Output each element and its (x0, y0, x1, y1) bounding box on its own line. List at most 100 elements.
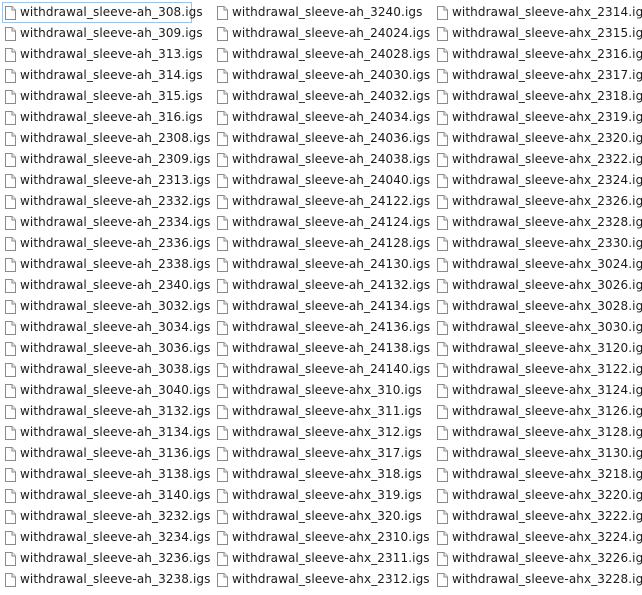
file-item[interactable]: withdrawal_sleeve-ahx_2326.igs (434, 191, 642, 212)
file-item[interactable]: withdrawal_sleeve-ah_24040.igs (214, 170, 430, 191)
file-item[interactable]: withdrawal_sleeve-ah_3138.igs (2, 464, 210, 485)
file-item[interactable]: withdrawal_sleeve-ah_315.igs (2, 86, 203, 107)
file-item[interactable]: withdrawal_sleeve-ah_24132.igs (214, 275, 430, 296)
blank-document-icon (5, 68, 16, 83)
file-item[interactable]: withdrawal_sleeve-ahx_2316.igs (434, 44, 642, 65)
file-item[interactable]: withdrawal_sleeve-ah_24138.igs (214, 338, 430, 359)
file-item[interactable]: withdrawal_sleeve-ahx_2322.igs (434, 149, 642, 170)
file-item[interactable]: withdrawal_sleeve-ahx_317.igs (214, 443, 422, 464)
file-item[interactable]: withdrawal_sleeve-ahx_2310.igs (214, 527, 430, 548)
file-item[interactable]: withdrawal_sleeve-ahx_2330.igs (434, 233, 642, 254)
file-name: withdrawal_sleeve-ah_2332.igs (20, 194, 211, 208)
file-item[interactable]: withdrawal_sleeve-ahx_311.igs (214, 401, 422, 422)
file-item[interactable]: withdrawal_sleeve-ahx_3120.igs (434, 338, 642, 359)
file-item[interactable]: withdrawal_sleeve-ah_2313.igs (2, 170, 210, 191)
file-item[interactable]: withdrawal_sleeve-ah_24030.igs (214, 65, 430, 86)
file-name: withdrawal_sleeve-ah_24030.igs (232, 68, 431, 82)
file-item[interactable]: withdrawal_sleeve-ahx_3024.igs (434, 254, 642, 275)
file-item[interactable]: withdrawal_sleeve-ah_24134.igs (214, 296, 430, 317)
file-item[interactable]: withdrawal_sleeve-ahx_3030.igs (434, 317, 642, 338)
file-name: withdrawal_sleeve-ah_3140.igs (20, 488, 211, 502)
blank-document-icon (437, 362, 448, 377)
file-item[interactable]: withdrawal_sleeve-ahx_319.igs (214, 485, 422, 506)
file-item[interactable]: withdrawal_sleeve-ahx_3026.igs (434, 275, 642, 296)
file-item[interactable]: withdrawal_sleeve-ah_24038.igs (214, 149, 430, 170)
file-item[interactable]: withdrawal_sleeve-ahx_3220.igs (434, 485, 642, 506)
file-item[interactable]: withdrawal_sleeve-ahx_2311.igs (214, 548, 430, 569)
file-item[interactable]: withdrawal_sleeve-ah_3034.igs (2, 317, 210, 338)
file-item[interactable]: withdrawal_sleeve-ahx_3226.igs (434, 548, 642, 569)
file-item[interactable]: withdrawal_sleeve-ahx_3218.igs (434, 464, 642, 485)
file-item[interactable]: withdrawal_sleeve-ah_2336.igs (2, 233, 210, 254)
file-item[interactable]: withdrawal_sleeve-ahx_3124.igs (434, 380, 642, 401)
file-item[interactable]: withdrawal_sleeve-ah_2340.igs (2, 275, 210, 296)
file-item[interactable]: withdrawal_sleeve-ahx_2315.igs (434, 23, 642, 44)
file-item[interactable]: withdrawal_sleeve-ah_308.igs (2, 2, 203, 23)
file-item[interactable]: withdrawal_sleeve-ah_3038.igs (2, 359, 210, 380)
file-item[interactable]: withdrawal_sleeve-ahx_3222.igs (434, 506, 642, 527)
file-item[interactable]: withdrawal_sleeve-ahx_3224.igs (434, 527, 642, 548)
blank-document-icon (5, 551, 16, 566)
file-item[interactable]: withdrawal_sleeve-ahx_2324.igs (434, 170, 642, 191)
file-name: withdrawal_sleeve-ah_3038.igs (20, 362, 211, 376)
file-item[interactable]: withdrawal_sleeve-ah_3040.igs (2, 380, 210, 401)
file-item[interactable]: withdrawal_sleeve-ah_316.igs (2, 107, 203, 128)
file-item[interactable]: withdrawal_sleeve-ah_24028.igs (214, 44, 430, 65)
file-item[interactable]: withdrawal_sleeve-ahx_2317.igs (434, 65, 642, 86)
file-item[interactable]: withdrawal_sleeve-ah_24032.igs (214, 86, 430, 107)
file-item[interactable]: withdrawal_sleeve-ah_3036.igs (2, 338, 210, 359)
file-name: withdrawal_sleeve-ahx_319.igs (232, 488, 422, 502)
file-item[interactable]: withdrawal_sleeve-ah_2334.igs (2, 212, 210, 233)
file-item[interactable]: withdrawal_sleeve-ahx_318.igs (214, 464, 422, 485)
blank-document-icon (437, 509, 448, 524)
file-item[interactable]: withdrawal_sleeve-ah_24128.igs (214, 233, 430, 254)
file-item[interactable]: withdrawal_sleeve-ah_313.igs (2, 44, 203, 65)
file-column-2: withdrawal_sleeve-ah_3240.igs withdrawal_… (214, 2, 430, 590)
blank-document-icon (437, 173, 448, 188)
file-item[interactable]: withdrawal_sleeve-ah_3132.igs (2, 401, 210, 422)
file-item[interactable]: withdrawal_sleeve-ah_3234.igs (2, 527, 210, 548)
file-item[interactable]: withdrawal_sleeve-ah_24136.igs (214, 317, 430, 338)
file-item[interactable]: withdrawal_sleeve-ah_24034.igs (214, 107, 430, 128)
file-item[interactable]: withdrawal_sleeve-ah_24130.igs (214, 254, 430, 275)
file-list[interactable]: withdrawal_sleeve-ah_308.igs withdrawal_s… (0, 0, 642, 595)
file-item[interactable]: withdrawal_sleeve-ah_24124.igs (214, 212, 430, 233)
file-item[interactable]: withdrawal_sleeve-ah_24140.igs (214, 359, 430, 380)
blank-document-icon (5, 383, 16, 398)
file-item[interactable]: withdrawal_sleeve-ahx_2318.igs (434, 86, 642, 107)
file-item[interactable]: withdrawal_sleeve-ah_3140.igs (2, 485, 210, 506)
file-item[interactable]: withdrawal_sleeve-ahx_3130.igs (434, 443, 642, 464)
file-item[interactable]: withdrawal_sleeve-ah_3240.igs (214, 2, 422, 23)
file-item[interactable]: withdrawal_sleeve-ahx_2319.igs (434, 107, 642, 128)
file-item[interactable]: withdrawal_sleeve-ah_24122.igs (214, 191, 430, 212)
file-item[interactable]: withdrawal_sleeve-ah_24024.igs (214, 23, 430, 44)
file-item[interactable]: withdrawal_sleeve-ahx_2320.igs (434, 128, 642, 149)
file-item[interactable]: withdrawal_sleeve-ahx_3028.igs (434, 296, 642, 317)
blank-document-icon (217, 257, 228, 272)
file-item[interactable]: withdrawal_sleeve-ah_3134.igs (2, 422, 210, 443)
file-item[interactable]: withdrawal_sleeve-ah_3136.igs (2, 443, 210, 464)
file-item[interactable]: withdrawal_sleeve-ahx_320.igs (214, 506, 422, 527)
file-item[interactable]: withdrawal_sleeve-ahx_3228.igs (434, 569, 642, 590)
file-item[interactable]: withdrawal_sleeve-ah_3236.igs (2, 548, 210, 569)
file-item[interactable]: withdrawal_sleeve-ah_3232.igs (2, 506, 210, 527)
file-item[interactable]: withdrawal_sleeve-ah_2309.igs (2, 149, 210, 170)
file-item[interactable]: withdrawal_sleeve-ahx_2314.igs (434, 2, 642, 23)
file-item[interactable]: withdrawal_sleeve-ah_2308.igs (2, 128, 210, 149)
file-name: withdrawal_sleeve-ah_24024.igs (232, 26, 431, 40)
file-item[interactable]: withdrawal_sleeve-ah_3238.igs (2, 569, 210, 590)
file-item[interactable]: withdrawal_sleeve-ahx_3126.igs (434, 401, 642, 422)
file-item[interactable]: withdrawal_sleeve-ahx_3128.igs (434, 422, 642, 443)
file-item[interactable]: withdrawal_sleeve-ahx_310.igs (214, 380, 422, 401)
file-item[interactable]: withdrawal_sleeve-ahx_2312.igs (214, 569, 430, 590)
file-item[interactable]: withdrawal_sleeve-ahx_312.igs (214, 422, 422, 443)
file-item[interactable]: withdrawal_sleeve-ahx_3122.igs (434, 359, 642, 380)
file-item[interactable]: withdrawal_sleeve-ah_2338.igs (2, 254, 210, 275)
file-item[interactable]: withdrawal_sleeve-ah_314.igs (2, 65, 203, 86)
file-item[interactable]: withdrawal_sleeve-ah_24036.igs (214, 128, 430, 149)
file-item[interactable]: withdrawal_sleeve-ah_2332.igs (2, 191, 210, 212)
file-item[interactable]: withdrawal_sleeve-ah_3032.igs (2, 296, 210, 317)
blank-document-icon (5, 320, 16, 335)
file-item[interactable]: withdrawal_sleeve-ah_309.igs (2, 23, 203, 44)
file-item[interactable]: withdrawal_sleeve-ahx_2328.igs (434, 212, 642, 233)
